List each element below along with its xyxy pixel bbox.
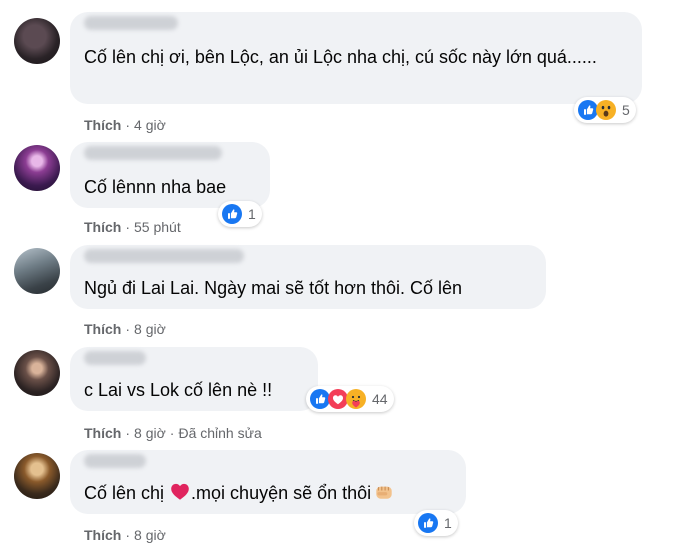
comment-bubble: Cố lênnn nha bae [70, 142, 270, 208]
heart-icon [169, 480, 191, 502]
reaction-count: 1 [248, 206, 256, 222]
avatar[interactable] [14, 350, 60, 396]
separator-dot: · [125, 321, 131, 337]
love-icon [328, 389, 348, 409]
comment-bubble: Ngủ đi Lai Lai. Ngày mai sẽ tốt hơn thôi… [70, 245, 546, 309]
comment-item: Cố lên chị ơi, bên Lộc, an ủi Lộc nha ch… [0, 10, 700, 140]
like-icon [310, 389, 330, 409]
comment-item: c Lai vs Lok cố lên nè !! 44 Thích · 8 giờ… [0, 345, 700, 445]
separator-dot: · [169, 425, 175, 441]
separator-dot: · [125, 425, 131, 441]
avatar[interactable] [14, 18, 60, 64]
reaction-count: 1 [444, 515, 452, 531]
avatar[interactable] [14, 248, 60, 294]
commenter-name-blurred[interactable] [84, 146, 222, 160]
like-button[interactable]: Thích [84, 425, 121, 441]
comment-actions: Thích · 55 phút [84, 218, 181, 236]
comment-text: Cố lên chị ơi, bên Lộc, an ủi Lộc nha ch… [84, 47, 597, 67]
comment-timestamp[interactable]: 4 giờ [134, 117, 166, 133]
comment-actions: Thích · 8 giờ [84, 526, 166, 544]
comment-timestamp[interactable]: 55 phút [134, 219, 181, 235]
commenter-name-blurred[interactable] [84, 16, 178, 30]
like-button[interactable]: Thích [84, 527, 121, 543]
wow-icon [596, 100, 616, 120]
like-button[interactable]: Thích [84, 117, 121, 133]
like-icon [578, 100, 598, 120]
comment-text: Cố lênnn nha bae [84, 177, 227, 197]
comment-actions: Thích · 8 giờ [84, 320, 166, 338]
separator-dot: · [125, 527, 131, 543]
comment-item: Cố lênnn nha bae 1 Thích · 55 phút [0, 140, 700, 240]
commenter-name-blurred[interactable] [84, 454, 146, 468]
comment-text: Ngủ đi Lai Lai. Ngày mai sẽ tốt hơn thôi… [84, 278, 463, 298]
reaction-summary[interactable]: 1 [218, 201, 262, 227]
like-icon [418, 513, 438, 533]
comment-timestamp[interactable]: 8 giờ [134, 527, 166, 543]
like-button[interactable]: Thích [84, 219, 121, 235]
comment-item: Ngủ đi Lai Lai. Ngày mai sẽ tốt hơn thôi… [0, 243, 700, 343]
comment-bubble: c Lai vs Lok cố lên nè !! [70, 347, 318, 411]
comment-text-part: .mọi chuyện sẽ ổn thôi [191, 483, 372, 503]
comment-timestamp[interactable]: 8 giờ [134, 425, 166, 441]
reaction-summary[interactable]: 5 [574, 97, 636, 123]
fist-icon [373, 480, 395, 502]
commenter-name-blurred[interactable] [84, 249, 244, 263]
like-button[interactable]: Thích [84, 321, 121, 337]
avatar[interactable] [14, 453, 60, 499]
comment-actions: Thích · 4 giờ [84, 116, 166, 134]
reaction-count: 44 [372, 391, 388, 407]
edited-label[interactable]: Đã chỉnh sửa [178, 425, 261, 441]
comment-text: c Lai vs Lok cố lên nè !! [84, 380, 273, 400]
avatar[interactable] [14, 145, 60, 191]
comment-text-part: Cố lên chị [84, 483, 170, 503]
comment-bubble: Cố lên chị ơi, bên Lộc, an ủi Lộc nha ch… [70, 12, 642, 104]
commenter-name-blurred[interactable] [84, 351, 146, 365]
like-icon [222, 204, 242, 224]
reaction-count: 5 [622, 102, 630, 118]
comment-bubble: Cố lên chị .mọi chuyện sẽ ổn thôi [70, 450, 466, 514]
separator-dot: · [125, 117, 131, 133]
reaction-summary[interactable]: 1 [414, 510, 458, 536]
reaction-summary[interactable]: 44 [306, 386, 394, 412]
care-icon [346, 389, 366, 409]
comment-text: Cố lên chị .mọi chuyện sẽ ổn thôi [84, 480, 395, 506]
comment-timestamp[interactable]: 8 giờ [134, 321, 166, 337]
separator-dot: · [125, 219, 131, 235]
comment-item: Cố lên chị .mọi chuyện sẽ ổn thôi 1 Thíc… [0, 448, 700, 552]
comment-actions: Thích · 8 giờ · Đã chỉnh sửa [84, 424, 262, 442]
